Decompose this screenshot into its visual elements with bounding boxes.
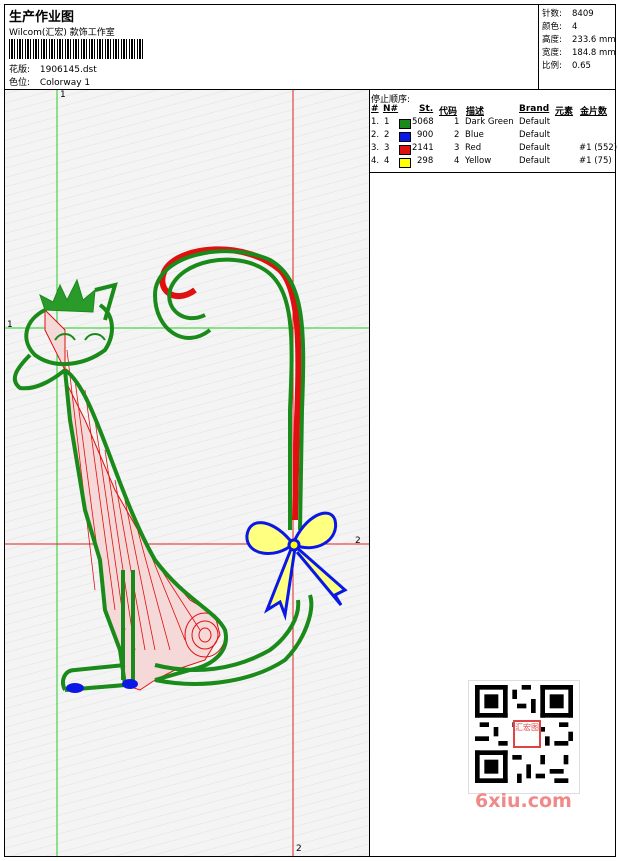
col-sequins: 金片数 [580,107,608,117]
colorway-row: 色位: Colorway 1 [9,75,90,88]
cat-crown [39,278,118,321]
color-swatch [399,119,411,129]
stat-stitches: 针数: 8409 [542,9,594,19]
design-canvas: 1 1 2 2 [5,90,370,856]
col-desc: 描述 [466,107,485,117]
design-row: 花版: 1906145.dst [9,62,97,75]
guide-label-h1: 1 [7,320,13,330]
barcode [9,39,145,59]
company-name: Wilcom(汇宏) 款饰工作室 [9,28,115,38]
table-row: 2. 2 900 2 Blue Default [371,130,551,142]
stat-scale: 比例: 0.65 [542,61,591,71]
cat-front-paw-left [66,683,84,693]
panel-divider [369,172,615,173]
colorway-label: 色位: [9,78,31,88]
cat-tail-fill [159,246,302,521]
col-code: 代码 [439,107,458,117]
col-brand: Brand [519,104,550,114]
sheet-title: 生产作业图 [9,10,75,25]
color-swatch [399,158,411,168]
design-stats: 针数: 8409 颜色: 4 高度: 233.6 mm 宽度: 184.8 mm 比例:… [538,5,616,89]
guide-label-h2: 2 [355,536,361,546]
stat-height: 高度: 233.6 mm [542,35,616,45]
col-element: 元素 [555,107,574,117]
col-n: N# [383,104,399,114]
stat-colors: 颜色: 4 [542,22,578,32]
seal-stamp: 汇宏图 [513,720,541,748]
bow [245,511,348,621]
watermark: 6xiu.com [475,790,572,812]
colorway-value: Colorway 1 [39,78,91,88]
sheet-header: 生产作业图 Wilcom(汇宏) 款饰工作室 花版: 1906145.dst 色… [5,5,616,90]
design-label: 花版: [9,65,31,75]
col-num: # [371,104,379,114]
embroidery-preview [5,90,369,856]
table-row: 3. 3 2141 3 Red Default #1 (552) [371,143,618,155]
table-row: 1. 1 5068 1 Dark Green Default [371,117,551,129]
table-row: 4. 4 298 4 Yellow Default #1 (75) [371,156,612,168]
guide-label-v1: 1 [60,90,66,100]
design-value: 1906145.dst [39,65,97,75]
color-swatch [399,132,411,142]
guide-label-v2: 2 [296,844,302,854]
color-swatch [399,145,411,155]
cat-front-paw-right [122,679,138,689]
col-stitches: St. [419,104,434,114]
stat-width: 宽度: 184.8 mm [542,48,616,58]
